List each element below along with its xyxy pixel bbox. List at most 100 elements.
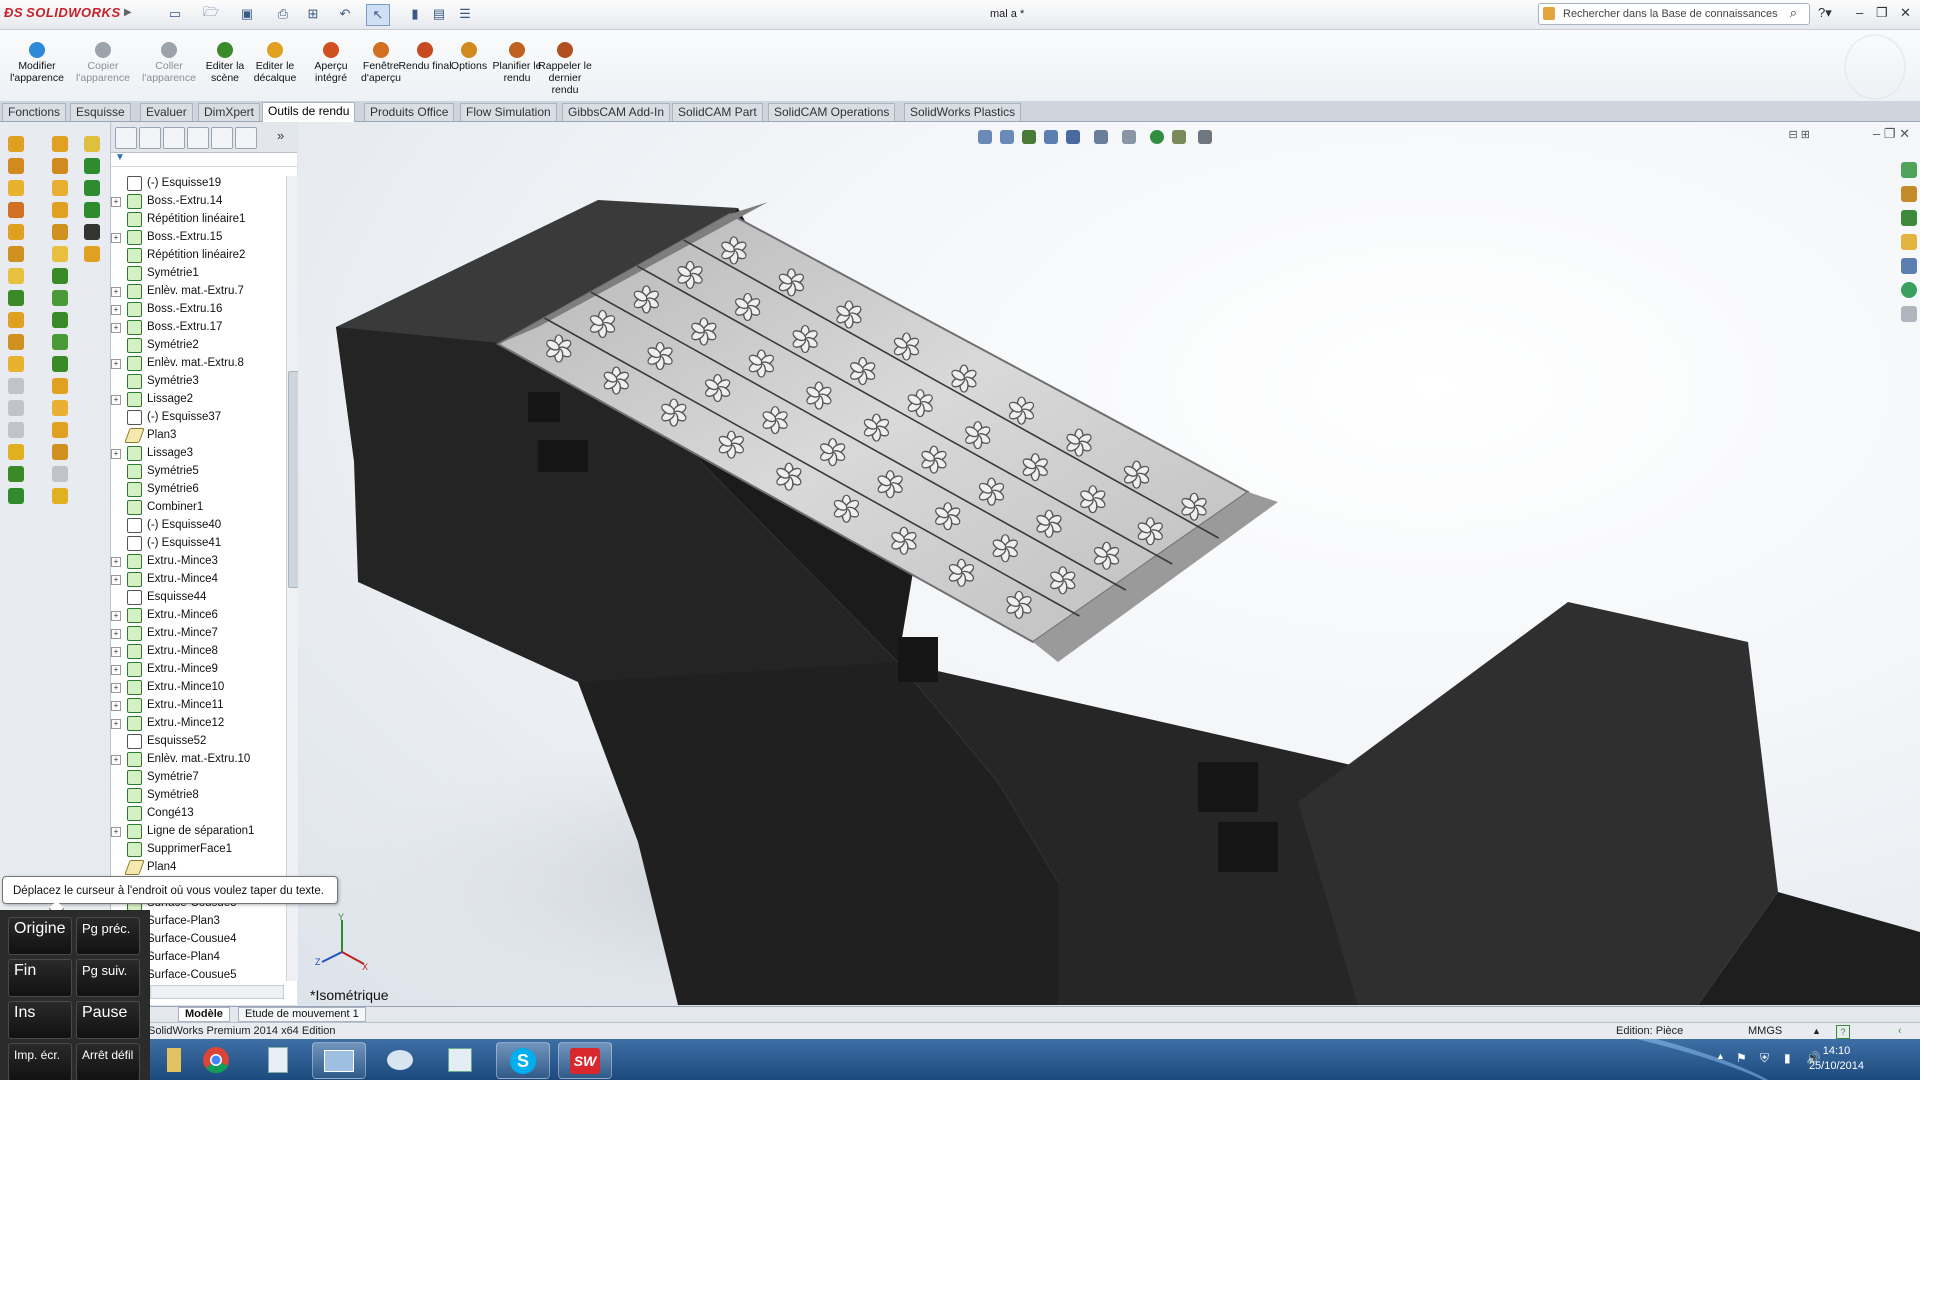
search-icon[interactable]: ⌕: [1790, 5, 1797, 21]
expand-icon[interactable]: +: [111, 305, 121, 315]
tree-item[interactable]: + Ligne de séparation1: [111, 822, 285, 840]
new-document-icon[interactable]: ▭: [164, 4, 186, 24]
tool-icon[interactable]: [52, 356, 68, 372]
tab-item[interactable]: Fonctions: [2, 103, 67, 121]
solidworks-taskbar-icon[interactable]: SW: [558, 1042, 612, 1079]
help-icon[interactable]: ?▾: [1818, 5, 1832, 21]
tree-item[interactable]: Symétrie8: [111, 786, 285, 804]
expand-icon[interactable]: +: [111, 647, 121, 657]
tool-icon[interactable]: [8, 268, 24, 284]
tool-icon[interactable]: [52, 488, 68, 504]
tool-icon[interactable]: [8, 246, 24, 262]
tool-icon[interactable]: [8, 400, 24, 416]
tool-icon[interactable]: [52, 312, 68, 328]
ribbon-button[interactable]: Copier l'apparence: [74, 42, 132, 84]
expand-icon[interactable]: +: [111, 611, 121, 621]
tool-icon[interactable]: [52, 268, 68, 284]
tree-item[interactable]: + Extru.-Mince7: [111, 624, 285, 642]
help-status-icon[interactable]: ?: [1836, 1025, 1850, 1039]
tool-icon[interactable]: [52, 378, 68, 394]
tree-item[interactable]: + Boss.-Extru.17: [111, 318, 285, 336]
tree-item[interactable]: + Boss.-Extru.14: [111, 192, 285, 210]
chrome-icon[interactable]: [190, 1042, 242, 1077]
solidworks-logo[interactable]: ƉS SOLIDWORKS: [4, 5, 121, 20]
tree-item[interactable]: + Boss.-Extru.15: [111, 228, 285, 246]
tree-item[interactable]: + Extru.-Mince4: [111, 570, 285, 588]
file-properties-icon[interactable]: ▤: [428, 4, 450, 24]
tree-item[interactable]: Combiner1: [111, 498, 285, 516]
tree-item[interactable]: Symétrie5: [111, 462, 285, 480]
expand-icon[interactable]: +: [111, 557, 121, 567]
tool-icon[interactable]: [8, 334, 24, 350]
tree-item[interactable]: + Enlèv. mat.-Extru.8: [111, 354, 285, 372]
tool-icon[interactable]: [52, 246, 68, 262]
tool-icon[interactable]: [84, 246, 100, 262]
print-preview-icon[interactable]: ⊞: [302, 4, 324, 24]
tab-item[interactable]: SolidCAM Part: [672, 103, 763, 121]
tool-icon[interactable]: [84, 180, 100, 196]
tool-icon[interactable]: [84, 136, 100, 152]
action-center-icon[interactable]: ⚑: [1736, 1051, 1747, 1065]
tool-icon[interactable]: [52, 444, 68, 460]
tree-item[interactable]: Plan3: [111, 426, 285, 444]
tree-item[interactable]: Congé13: [111, 804, 285, 822]
expand-icon[interactable]: +: [111, 197, 121, 207]
expand-icon[interactable]: +: [111, 359, 121, 369]
key-end[interactable]: Fin: [8, 959, 72, 997]
save-icon[interactable]: ▣: [236, 4, 258, 24]
tree-item[interactable]: + Extru.-Mince6: [111, 606, 285, 624]
tool-icon[interactable]: [52, 202, 68, 218]
tree-item[interactable]: + Extru.-Mince10: [111, 678, 285, 696]
expand-icon[interactable]: +: [111, 701, 121, 711]
ribbon-button[interactable]: Modifier l'apparence: [8, 42, 66, 84]
tree-item[interactable]: Symétrie6: [111, 480, 285, 498]
restore-window-icon[interactable]: ❐: [1876, 5, 1888, 21]
show-hidden-icons[interactable]: ▲: [1716, 1051, 1725, 1061]
expand-icon[interactable]: +: [111, 683, 121, 693]
tool-icon[interactable]: [8, 356, 24, 372]
skype-icon[interactable]: S: [496, 1042, 550, 1079]
tree-item[interactable]: + Lissage2: [111, 390, 285, 408]
tool-icon[interactable]: [8, 312, 24, 328]
tool-icon[interactable]: [52, 466, 68, 482]
tab-item[interactable]: SolidWorks Plastics: [904, 103, 1022, 121]
tool-icon[interactable]: [52, 400, 68, 416]
calculator-icon[interactable]: [252, 1042, 304, 1077]
tool-icon[interactable]: [52, 158, 68, 174]
tool-icon[interactable]: [8, 202, 24, 218]
tree-item[interactable]: (-) Esquisse41: [111, 534, 285, 552]
expand-icon[interactable]: +: [111, 287, 121, 297]
dimxpert-tab-icon[interactable]: [187, 127, 209, 149]
display-manager-tab-icon[interactable]: [211, 127, 233, 149]
key-page-down[interactable]: Pg suiv.: [76, 959, 140, 997]
tool-icon[interactable]: [84, 224, 100, 240]
minimize-window-icon[interactable]: –: [1856, 5, 1863, 20]
tree-item[interactable]: Symétrie7: [111, 768, 285, 786]
expand-panel-icon[interactable]: »: [277, 128, 284, 143]
expand-icon[interactable]: +: [111, 449, 121, 459]
ribbon-button[interactable]: Rappeler le dernier rendu: [536, 42, 594, 96]
tree-item[interactable]: Esquisse44: [111, 588, 285, 606]
collapse-status-icon[interactable]: ‹: [1898, 1023, 1902, 1040]
tool-icon[interactable]: [8, 290, 24, 306]
tool-icon[interactable]: [52, 136, 68, 152]
tool-icon[interactable]: [52, 290, 68, 306]
tool-icon[interactable]: [84, 158, 100, 174]
tree-item[interactable]: Esquisse52: [111, 732, 285, 750]
ribbon-button[interactable]: Editer le décalque: [246, 42, 304, 84]
expand-icon[interactable]: +: [111, 755, 121, 765]
tool-icon[interactable]: [52, 422, 68, 438]
tool-icon[interactable]: [8, 422, 24, 438]
tree-item[interactable]: Symétrie2: [111, 336, 285, 354]
tab-item[interactable]: SolidCAM Operations: [768, 103, 896, 121]
tree-scrollbar[interactable]: [286, 176, 299, 981]
tree-item[interactable]: + Enlèv. mat.-Extru.7: [111, 282, 285, 300]
featuremanager-tab-icon[interactable]: [115, 127, 137, 149]
expand-icon[interactable]: +: [111, 665, 121, 675]
expand-icon[interactable]: +: [111, 629, 121, 639]
tab-item[interactable]: Outils de rendu: [262, 102, 356, 122]
key-home[interactable]: Origine: [8, 917, 72, 955]
tree-item[interactable]: (-) Esquisse37: [111, 408, 285, 426]
rebuild-icon[interactable]: ▮: [404, 4, 426, 24]
tree-item[interactable]: + Extru.-Mince9: [111, 660, 285, 678]
